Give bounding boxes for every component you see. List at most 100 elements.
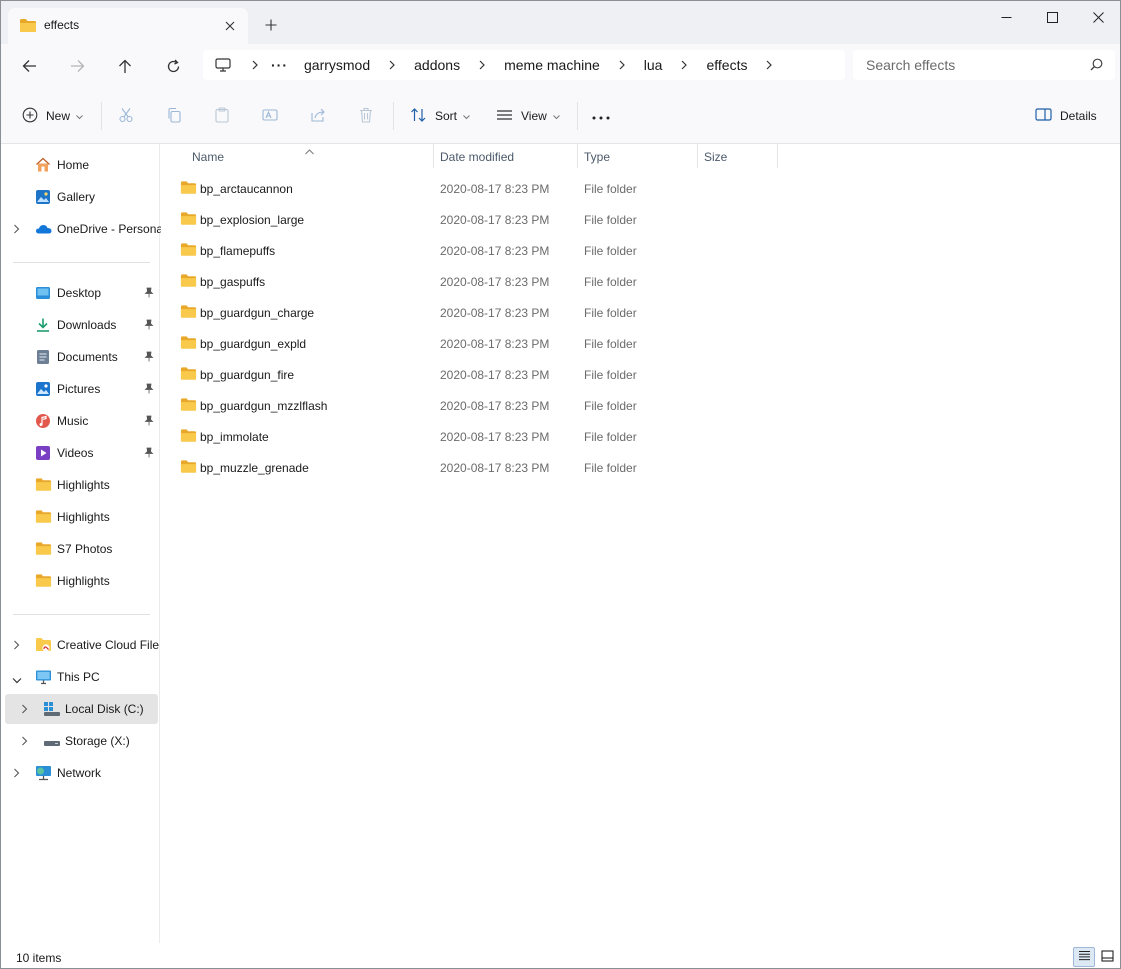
file-date: 2020-08-17 8:23 PM (440, 213, 550, 227)
breadcrumb-chevron-icon[interactable] (672, 60, 696, 70)
delete-button[interactable] (358, 102, 374, 130)
refresh-button[interactable] (157, 52, 189, 80)
forward-button[interactable] (61, 52, 93, 80)
more-options-button[interactable] (592, 102, 610, 130)
search-box[interactable] (853, 50, 1115, 80)
sidebar-item-desktop[interactable]: Desktop (1, 278, 159, 308)
breadcrumb-lua[interactable]: lua (640, 57, 667, 73)
file-row[interactable]: bp_guardgun_expld 2020-08-17 8:23 PM Fil… (173, 328, 773, 358)
file-row[interactable]: bp_explosion_large 2020-08-17 8:23 PM Fi… (173, 204, 773, 234)
file-row[interactable]: bp_guardgun_charge 2020-08-17 8:23 PM Fi… (173, 297, 773, 327)
pin-icon[interactable] (144, 447, 154, 461)
cut-button[interactable] (118, 102, 134, 130)
sidebar-item-highlights[interactable]: Highlights (1, 470, 159, 500)
breadcrumb-effects[interactable]: effects (702, 57, 751, 73)
share-button[interactable] (310, 102, 326, 130)
trash-icon (358, 107, 374, 126)
details-pane-button[interactable]: Details (1035, 102, 1097, 130)
videos-icon (35, 445, 51, 464)
up-button[interactable] (109, 52, 141, 80)
pin-icon[interactable] (144, 319, 154, 333)
pin-icon[interactable] (144, 415, 154, 429)
file-date: 2020-08-17 8:23 PM (440, 368, 550, 382)
file-row[interactable]: bp_guardgun_mzzlflash 2020-08-17 8:23 PM… (173, 390, 773, 420)
file-row[interactable]: bp_guardgun_fire 2020-08-17 8:23 PM File… (173, 359, 773, 389)
sidebar-item-onedrive[interactable]: OneDrive - Persona (1, 214, 163, 244)
breadcrumb-addons[interactable]: addons (410, 57, 464, 73)
chevron-right-icon[interactable] (13, 639, 20, 653)
address-bar[interactable]: ··· garrysmod addons meme machine lua ef… (203, 50, 845, 80)
column-header-type[interactable]: Type (584, 144, 610, 170)
breadcrumb-chevron-icon[interactable] (757, 60, 781, 70)
copy-button[interactable] (166, 102, 182, 130)
rename-button[interactable] (262, 102, 278, 130)
sidebar-item-music[interactable]: Music (1, 406, 159, 436)
sidebar-item-local-disk-c[interactable]: Local Disk (C:) (5, 694, 158, 724)
new-tab-button[interactable] (261, 15, 281, 35)
new-button[interactable]: New (22, 102, 83, 130)
column-header-size[interactable]: Size (704, 144, 727, 170)
breadcrumb-garrysmod[interactable]: garrysmod (300, 57, 374, 73)
status-bar: 10 items (1, 943, 1120, 968)
item-count: 10 items (16, 951, 62, 965)
file-row[interactable]: bp_flamepuffs 2020-08-17 8:23 PM File fo… (173, 235, 773, 265)
sidebar-divider (13, 614, 150, 615)
column-header-date-modified[interactable]: Date modified (440, 144, 514, 170)
sidebar-item-highlights[interactable]: Highlights (1, 566, 159, 596)
breadcrumb-meme-machine[interactable]: meme machine (500, 57, 604, 73)
search-input[interactable] (853, 50, 1083, 80)
chevron-right-icon[interactable] (13, 223, 20, 237)
column-header-label: Name (192, 150, 225, 164)
sidebar-item-s7-photos[interactable]: S7 Photos (1, 534, 159, 564)
breadcrumb-chevron-icon[interactable] (470, 60, 494, 70)
search-icon[interactable] (1090, 58, 1103, 74)
column-divider[interactable] (433, 144, 434, 168)
sidebar-item-storage-x[interactable]: Storage (X:) (1, 726, 159, 756)
column-divider[interactable] (777, 144, 778, 168)
sidebar-item-documents[interactable]: Documents (1, 342, 159, 372)
chevron-right-icon[interactable] (13, 767, 20, 781)
chevron-down-icon[interactable] (12, 673, 22, 687)
folder-icon (19, 18, 37, 36)
sidebar-item-pictures[interactable]: Pictures (1, 374, 159, 404)
pin-icon[interactable] (144, 287, 154, 301)
minimize-button[interactable] (983, 1, 1029, 33)
file-row[interactable]: bp_muzzle_grenade 2020-08-17 8:23 PM Fil… (173, 452, 773, 482)
sidebar-item-gallery[interactable]: Gallery (1, 182, 159, 212)
breadcrumb-overflow[interactable]: ··· (267, 57, 292, 73)
sidebar-item-network[interactable]: Network (1, 758, 159, 788)
pin-icon[interactable] (144, 351, 154, 365)
details-view-toggle[interactable] (1073, 947, 1095, 967)
sidebar-item-this-pc[interactable]: This PC (1, 662, 159, 692)
column-divider[interactable] (697, 144, 698, 168)
breadcrumb-chevron-icon[interactable] (610, 60, 634, 70)
file-row[interactable]: bp_gaspuffs 2020-08-17 8:23 PM File fold… (173, 266, 773, 296)
file-row[interactable]: bp_immolate 2020-08-17 8:23 PM File fold… (173, 421, 773, 451)
column-divider[interactable] (577, 144, 578, 168)
sidebar-item-creative-cloud[interactable]: Creative Cloud Files (1, 630, 159, 660)
chevron-right-icon[interactable] (21, 703, 28, 717)
sort-button[interactable]: Sort (410, 102, 470, 130)
breadcrumb-chevron-icon[interactable] (380, 60, 404, 70)
sidebar-item-downloads[interactable]: Downloads (1, 310, 159, 340)
back-button[interactable] (13, 52, 45, 80)
sidebar-item-label: Videos (57, 446, 94, 460)
maximize-button[interactable] (1029, 1, 1075, 33)
sidebar-item-highlights[interactable]: Highlights (1, 502, 159, 532)
pin-icon[interactable] (144, 383, 154, 397)
sidebar-item-home[interactable]: Home (1, 150, 159, 180)
chevron-right-icon[interactable] (21, 735, 28, 749)
paste-button[interactable] (214, 102, 230, 130)
close-tab-icon[interactable] (220, 16, 240, 36)
tab-effects[interactable]: effects (8, 8, 248, 44)
file-date: 2020-08-17 8:23 PM (440, 337, 550, 351)
file-type: File folder (584, 337, 637, 351)
column-header-name[interactable]: Name (192, 144, 224, 170)
sidebar-item-videos[interactable]: Videos (1, 438, 159, 468)
sidebar-item-label: Highlights (57, 478, 110, 492)
breadcrumb-chevron-icon[interactable] (243, 60, 267, 70)
close-window-button[interactable] (1075, 1, 1121, 33)
file-row[interactable]: bp_arctaucannon 2020-08-17 8:23 PM File … (173, 173, 773, 203)
view-button[interactable]: View (496, 102, 560, 130)
tiles-view-toggle[interactable] (1096, 947, 1118, 967)
